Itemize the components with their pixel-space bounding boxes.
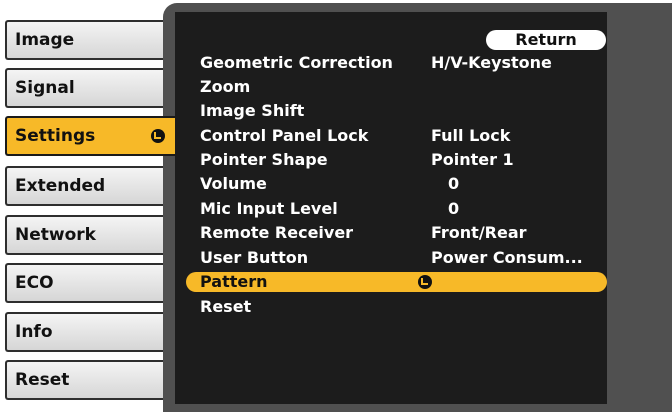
tab-info[interactable]: Info (5, 312, 163, 352)
tab-signal[interactable]: Signal (5, 68, 163, 108)
menu-item-value: 0 (448, 199, 460, 218)
menu-item-value: Full Lock (431, 126, 511, 145)
tab-reset[interactable]: Reset (5, 360, 163, 400)
tab-label: Reset (15, 370, 70, 390)
menu-item-label: Remote Receiver (200, 223, 354, 242)
menu-item-label: Control Panel Lock (200, 126, 369, 145)
return-button[interactable]: Return (486, 30, 606, 50)
menu-item-label: Image Shift (200, 101, 305, 120)
menu-item-user-button[interactable]: User Button Power Consum... (186, 248, 607, 268)
menu-item-label: Geometric Correction (200, 53, 393, 72)
menu-item-reset[interactable]: Reset (186, 297, 607, 317)
menu-item-label: Mic Input Level (200, 199, 338, 218)
tab-label: Image (15, 30, 75, 50)
tab-label: ECO (15, 273, 54, 293)
menu-item-value: Pointer 1 (431, 150, 514, 169)
menu-item-pointer-shape[interactable]: Pointer Shape Pointer 1 (186, 150, 607, 170)
menu-item-label: Pointer Shape (200, 150, 328, 169)
menu-item-control-panel-lock[interactable]: Control Panel Lock Full Lock (186, 126, 607, 146)
tab-label: Info (15, 322, 53, 342)
menu-item-geometric-correction[interactable]: Geometric Correction H/V-Keystone (186, 53, 607, 73)
tab-network[interactable]: Network (5, 215, 163, 255)
tab-settings[interactable]: Settings (5, 116, 175, 156)
menu-item-label: Volume (200, 174, 267, 193)
tab-label: Extended (15, 176, 106, 196)
menu-item-mic-input-level[interactable]: Mic Input Level 0 (186, 199, 607, 219)
menu-item-value: 0 (448, 174, 460, 193)
tab-label: Network (15, 225, 96, 245)
menu-item-value: H/V-Keystone (431, 53, 552, 72)
tab-label: Settings (15, 126, 96, 146)
tab-extended[interactable]: Extended (5, 166, 163, 206)
menu-item-value: Power Consum... (431, 248, 583, 267)
menu-item-pattern[interactable]: Pattern (186, 272, 607, 292)
tab-image[interactable]: Image (5, 20, 163, 60)
tab-eco[interactable]: ECO (5, 263, 163, 303)
enter-icon (151, 129, 165, 143)
menu-item-label: Zoom (200, 77, 251, 96)
menu-item-remote-receiver[interactable]: Remote Receiver Front/Rear (186, 223, 607, 243)
menu-item-volume[interactable]: Volume 0 (186, 174, 607, 194)
enter-icon (418, 275, 432, 289)
menu-item-zoom[interactable]: Zoom (186, 77, 607, 97)
menu-item-label: User Button (200, 248, 309, 267)
menu-item-value: Front/Rear (431, 223, 527, 242)
menu-item-image-shift[interactable]: Image Shift (186, 101, 607, 121)
tab-label: Signal (15, 78, 75, 98)
projector-menu: Image Signal Settings Extended Network E… (0, 0, 672, 412)
menu-item-label: Pattern (200, 272, 268, 291)
menu-item-label: Reset (200, 297, 252, 316)
